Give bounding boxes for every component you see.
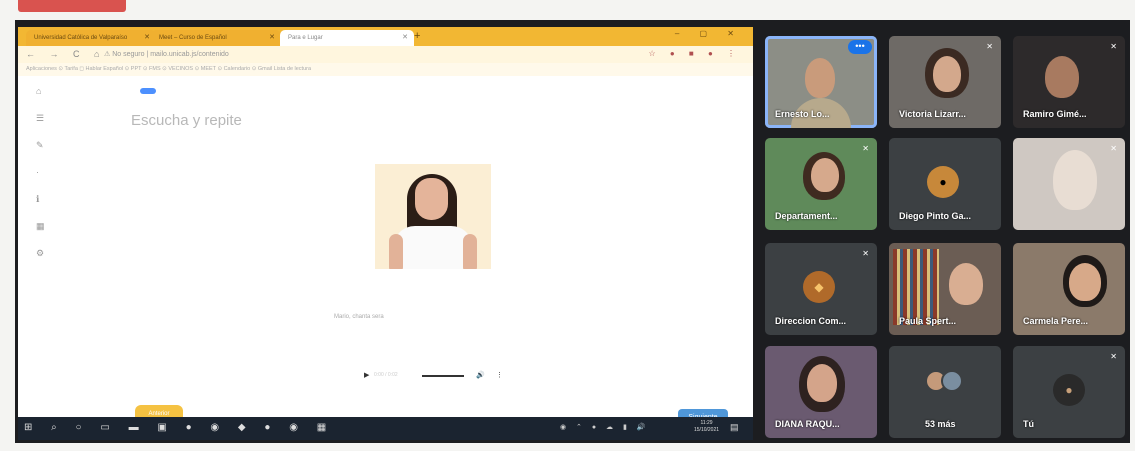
participant-tile-10[interactable]: DIANA RAQU... — [765, 346, 877, 438]
participant-tile-1[interactable]: ••• Ernesto Lo... — [765, 36, 877, 128]
mic-off-icon: ✕ — [1110, 42, 1117, 51]
new-tab-button[interactable]: + — [414, 30, 420, 42]
browser-tab-3-active[interactable]: Para e Lugar ✕ — [280, 30, 414, 46]
self-avatar: ● — [1053, 374, 1085, 406]
edit-icon[interactable]: ✎ — [36, 140, 48, 167]
tab-label: Para e Lugar — [288, 35, 323, 41]
play-icon[interactable]: ▶ — [364, 371, 369, 379]
participant-tile-4[interactable]: ✕ Departament... — [765, 138, 877, 230]
blank-icon[interactable]: · — [36, 167, 48, 194]
more-participants-count: 53 más — [925, 419, 956, 429]
red-tab-fragment — [18, 0, 126, 12]
browser-tab-bar: Universidad Católica de Valparaíso ✕ Mee… — [18, 27, 753, 46]
close-icon[interactable]: ✕ — [269, 30, 275, 46]
participant-name: Paula Spert... — [899, 316, 957, 326]
portrait-arm — [389, 234, 403, 269]
participant-avatar: ● — [927, 166, 959, 198]
system-tray-icons[interactable]: ◉ ⌃ ● ☁ ▮ 🔊 — [560, 423, 650, 431]
participant-face — [933, 56, 961, 92]
close-icon[interactable]: ✕ — [402, 30, 408, 46]
mic-off-icon: ✕ — [1110, 144, 1117, 153]
participant-name: Ramiro Gimé... — [1023, 109, 1087, 119]
browser-tab-1[interactable]: Universidad Católica de Valparaíso ✕ — [26, 30, 156, 46]
more-icon[interactable]: ⋮ — [496, 371, 503, 379]
mic-off-icon: ✕ — [862, 249, 869, 258]
extension-icons[interactable]: ☆ ● ■ ● ⋮ — [648, 49, 741, 58]
exercise-image — [375, 164, 491, 269]
bookmarks-bar[interactable]: Aplicaciones ⊙ Tarifa ◻ Hablar Español ⊙… — [18, 63, 753, 76]
participant-name: Victoria Lizarr... — [899, 109, 966, 119]
participant-tile-6[interactable]: ✕ — [1013, 138, 1125, 230]
participant-tile-2[interactable]: ✕ Victoria Lizarr... — [889, 36, 1001, 128]
portrait-arm — [463, 234, 477, 269]
more-options-button[interactable]: ••• — [848, 40, 872, 54]
close-icon[interactable]: ✕ — [144, 30, 150, 46]
window-controls[interactable]: – ▢ ✕ — [675, 29, 743, 38]
shared-screen: Universidad Católica de Valparaíso ✕ Mee… — [18, 27, 753, 440]
participant-tile-self[interactable]: ● ✕ Tú — [1013, 346, 1125, 438]
audio-seek-bar[interactable] — [422, 375, 464, 377]
participant-face — [805, 58, 835, 98]
participant-face — [807, 364, 837, 402]
mic-off-icon: ✕ — [862, 144, 869, 153]
audio-player: ▶ 0:00 / 0:02 🔊 ⋮ — [364, 371, 504, 381]
tab-label: Universidad Católica de Valparaíso — [34, 35, 128, 41]
browser-tab-2[interactable]: Meet – Curso de Español ✕ — [151, 30, 281, 46]
exercise-heading: Escucha y repite — [131, 112, 242, 129]
notification-icon[interactable]: ▤ — [730, 422, 739, 433]
participant-avatar: ◆ — [803, 271, 835, 303]
participant-tile-9[interactable]: Carmela Pere... — [1013, 243, 1125, 335]
participant-tile-more[interactable]: 53 más — [889, 346, 1001, 438]
taskbar-app-icons[interactable]: ⊞ ⌕ ○ ▭ ▬ ▣ ● ◉ ◆ ● ◉ ▦ — [24, 422, 334, 433]
mini-avatar — [941, 370, 963, 392]
participant-face — [949, 263, 983, 305]
mic-off-icon: ✕ — [986, 42, 993, 51]
address-bar: ← → C ⌂ ⚠ No seguro | mailo.unicab.js/co… — [18, 46, 753, 63]
home-icon[interactable]: ⌂ — [36, 86, 48, 113]
clock-date: 15/10/2021 — [694, 427, 720, 433]
navigation-icons[interactable]: ← → C ⌂ — [26, 49, 105, 59]
settings-icon[interactable]: ⚙ — [36, 248, 48, 275]
bookshelf — [893, 249, 939, 325]
list-icon[interactable]: ☰ — [36, 113, 48, 140]
mic-off-icon: ✕ — [1110, 352, 1117, 361]
volume-icon[interactable]: 🔊 — [476, 371, 485, 379]
participant-tile-3[interactable]: ✕ Ramiro Gimé... — [1013, 36, 1125, 128]
taskbar-clock: 11:29 15/10/2021 — [694, 420, 719, 434]
player-time: 0:00 / 0:02 — [374, 372, 398, 378]
clock-time: 11:29 — [700, 420, 713, 426]
participant-face — [1045, 56, 1079, 98]
lesson-page: ⌂ ☰ ✎ · ℹ ▦ ⚙ Escucha y repite Mario, ch… — [18, 76, 753, 427]
participant-tile-8[interactable]: Paula Spert... — [889, 243, 1001, 335]
portrait-shirt — [393, 226, 473, 269]
participant-tile-5[interactable]: ● Diego Pinto Ga... — [889, 138, 1001, 230]
participant-face — [1053, 150, 1097, 210]
image-caption: Mario, chanta sera — [334, 314, 384, 320]
portrait-face — [415, 178, 448, 220]
participant-name: Tú — [1023, 419, 1034, 429]
participant-name: DIANA RAQU... — [775, 419, 840, 429]
participant-name: Carmela Pere... — [1023, 316, 1089, 326]
url-field[interactable]: ⚠ No seguro | mailo.unicab.js/contenido — [104, 50, 229, 58]
windows-taskbar: ⊞ ⌕ ○ ▭ ▬ ▣ ● ◉ ◆ ● ◉ ▦ ◉ ⌃ ● ☁ ▮ 🔊 11:2… — [18, 417, 753, 440]
participant-name: Diego Pinto Ga... — [899, 211, 972, 221]
side-toolbar: ⌂ ☰ ✎ · ℹ ▦ ⚙ — [36, 86, 48, 275]
grid-icon[interactable]: ▦ — [36, 221, 48, 248]
progress-pill — [140, 88, 156, 94]
participant-tile-7[interactable]: ◆ ✕ Direccion Com... — [765, 243, 877, 335]
participant-name: Direccion Com... — [775, 316, 847, 326]
participant-name: Ernesto Lo... — [775, 109, 830, 119]
tab-label: Meet – Curso de Español — [159, 35, 227, 41]
participant-name: Departament... — [775, 211, 838, 221]
info-icon[interactable]: ℹ — [36, 194, 48, 221]
participant-face — [1069, 263, 1101, 301]
participant-face — [811, 158, 839, 192]
